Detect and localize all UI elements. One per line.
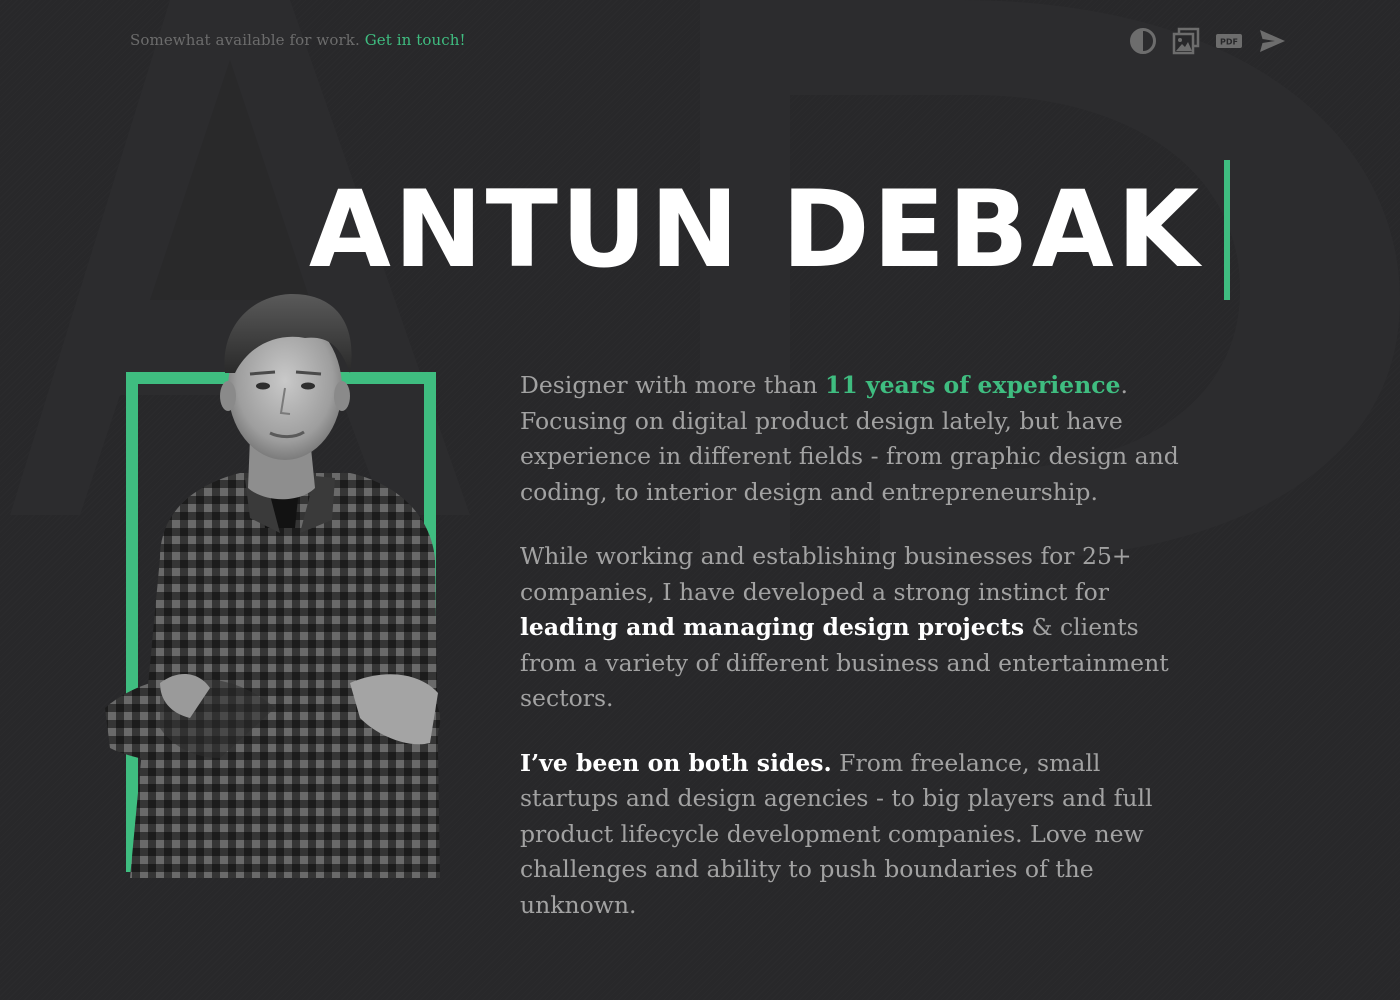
bio-p1-text: Designer with more than [520,371,826,399]
get-in-touch-link[interactable]: Get in touch! [365,31,466,49]
both-sides-highlight: I’ve been on both sides. [520,748,832,777]
availability-bar: Somewhat available for work. Get in touc… [130,31,466,49]
bio-paragraph-background: I’ve been on both sides. From freelance,… [520,746,1180,924]
title-cursor [1224,160,1230,300]
svg-text:PDF: PDF [1220,38,1238,47]
toolbar: PDF [1127,26,1288,56]
bio-section: Designer with more than 11 years of expe… [520,368,1180,952]
bio-paragraph-experience: Designer with more than 11 years of expe… [520,368,1180,510]
send-icon[interactable] [1256,26,1288,56]
image-icon[interactable] [1170,26,1202,56]
hero-heading: ANTUN DEBAK [309,160,1230,300]
bio-paragraph-leadership: While working and establishing businesse… [520,539,1180,717]
portrait-photo [100,288,445,878]
leadership-highlight: leading and managing design projects [520,613,1025,641]
availability-text: Somewhat available for work. [130,31,360,49]
contrast-icon[interactable] [1127,26,1159,56]
pdf-icon[interactable]: PDF [1213,26,1245,56]
page-title: ANTUN DEBAK [308,168,1202,291]
bio-p2-text: While working and establishing businesse… [520,542,1132,606]
experience-highlight: 11 years of experience [825,371,1121,399]
